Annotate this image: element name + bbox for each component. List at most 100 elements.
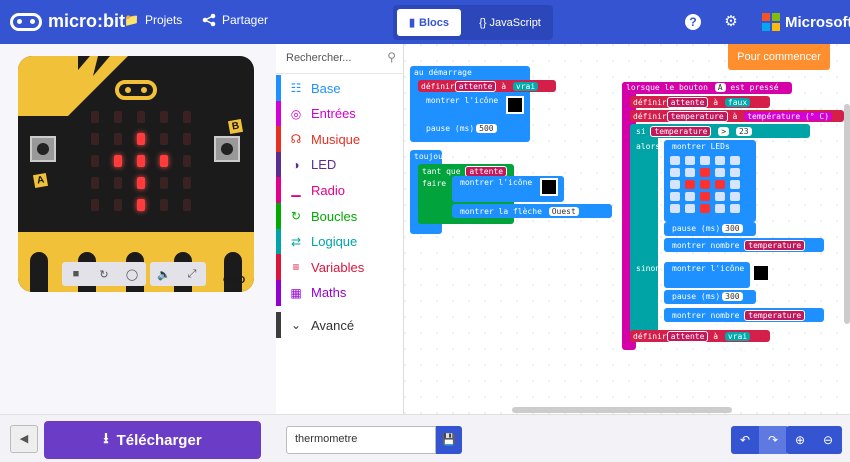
- var-chip[interactable]: temperature: [650, 126, 712, 137]
- direction-dropdown[interactable]: Ouest: [548, 207, 579, 216]
- toolbox-search[interactable]: Rechercher... ⚲: [276, 44, 404, 74]
- var-chip[interactable]: temperature: [666, 111, 728, 122]
- led-toggle[interactable]: [670, 168, 680, 177]
- led-toggle[interactable]: [715, 180, 725, 189]
- pin-gnd[interactable]: [224, 252, 242, 292]
- led-toggle[interactable]: [715, 156, 725, 165]
- led-toggle[interactable]: [670, 192, 680, 201]
- fullscreen-icon[interactable]: ⤢: [178, 268, 206, 281]
- folder-icon: 📁: [124, 13, 139, 27]
- led: [91, 111, 99, 123]
- led-toggle[interactable]: [730, 180, 740, 189]
- project-name-input[interactable]: thermometre: [286, 426, 436, 454]
- share-button[interactable]: Partager: [202, 13, 268, 27]
- temperature-sensor-chip[interactable]: température (° C): [744, 112, 833, 121]
- led-toggle[interactable]: [670, 180, 680, 189]
- led-toggle[interactable]: [685, 168, 695, 177]
- horizontal-scrollbar[interactable]: [512, 407, 732, 413]
- save-icon[interactable]: 💾: [436, 426, 462, 454]
- led-toggle[interactable]: [685, 180, 695, 189]
- settings-gear-icon[interactable]: ⚙: [722, 13, 740, 31]
- led-toggle[interactable]: [730, 168, 740, 177]
- led-toggle[interactable]: [685, 204, 695, 213]
- var-chip[interactable]: temperature: [744, 240, 806, 251]
- led-toggle[interactable]: [730, 192, 740, 201]
- var-chip[interactable]: attente: [454, 81, 497, 92]
- led-toggle[interactable]: [700, 204, 710, 213]
- category-led[interactable]: ◑ LED: [276, 151, 404, 178]
- sound-icon[interactable]: 🔈: [150, 268, 178, 281]
- collapse-simulator-icon[interactable]: ◀: [10, 425, 38, 453]
- led-toggle[interactable]: [715, 192, 725, 201]
- bool-chip[interactable]: vrai: [512, 82, 539, 91]
- microsoft-logo[interactable]: Microsoft: [762, 13, 850, 31]
- category-boucles[interactable]: ↻ Boucles: [276, 203, 404, 229]
- if-else-block[interactable]: [630, 124, 658, 338]
- led-toggle[interactable]: [685, 156, 695, 165]
- led-toggle[interactable]: [700, 168, 710, 177]
- download-label: Télécharger: [116, 431, 202, 449]
- led: [160, 199, 168, 211]
- stop-icon[interactable]: ■: [62, 268, 90, 280]
- var-chip[interactable]: attente: [666, 97, 709, 108]
- category-maths[interactable]: ▦ Maths: [276, 279, 404, 306]
- icon-preview[interactable]: [540, 178, 558, 196]
- category-radio[interactable]: ▁ Radio: [276, 177, 404, 204]
- var-chip[interactable]: temperature: [744, 310, 806, 321]
- led-toggle[interactable]: [670, 204, 680, 213]
- slowmo-icon[interactable]: ◯: [118, 268, 146, 281]
- led-toggle[interactable]: [730, 204, 740, 213]
- bool-chip[interactable]: faux: [724, 98, 751, 107]
- category-label: Base: [311, 80, 341, 96]
- getting-started-button[interactable]: Pour commencer: [728, 44, 830, 70]
- zoom-in-icon[interactable]: ⊕: [786, 426, 814, 454]
- blocks-workspace[interactable]: au démarrage définir attente à vrai montr…: [404, 44, 850, 414]
- led-toggle[interactable]: [715, 168, 725, 177]
- tab-javascript[interactable]: {} JavaScript: [471, 9, 549, 36]
- button-a[interactable]: [30, 136, 56, 162]
- category-variables[interactable]: ≡ Variables: [276, 254, 404, 281]
- icon-preview[interactable]: [506, 96, 524, 114]
- compare-op[interactable]: >: [718, 127, 730, 136]
- bool-chip[interactable]: vrai: [724, 332, 751, 341]
- vertical-scrollbar[interactable]: [844, 104, 850, 324]
- category-entrées[interactable]: ◎ Entrées: [276, 100, 404, 127]
- category-color-bar: [276, 228, 281, 255]
- redo-icon[interactable]: ↷: [759, 426, 787, 454]
- forever-label: toujours: [414, 152, 453, 161]
- set-attente-text: définir attente à vrai: [421, 81, 539, 92]
- undo-icon[interactable]: ↶: [731, 426, 759, 454]
- pin-0[interactable]: [30, 252, 48, 292]
- led-toggle[interactable]: [670, 156, 680, 165]
- show-number-label: montrer nombre: [672, 241, 740, 250]
- download-button[interactable]: ⭳ Télécharger: [44, 421, 261, 459]
- compare-value[interactable]: 23: [735, 127, 752, 136]
- category-logique[interactable]: ⇄ Logique: [276, 228, 404, 255]
- microbit-board[interactable]: A B 0 1 2 3V GND: [18, 56, 254, 292]
- var-chip[interactable]: attente: [666, 331, 709, 342]
- category-base[interactable]: ☷ Base: [276, 75, 404, 101]
- pause-value[interactable]: 500: [476, 124, 497, 133]
- restart-icon[interactable]: ↻: [90, 268, 118, 281]
- category-avancé[interactable]: ⌄ Avancé: [276, 312, 404, 338]
- microbit-logo[interactable]: micro:bit: [10, 11, 125, 32]
- tab-blocks[interactable]: ▮ Blocs: [397, 9, 461, 36]
- category-musique[interactable]: ☊ Musique: [276, 126, 404, 153]
- icon-preview[interactable]: [752, 264, 770, 282]
- led-toggle[interactable]: [730, 156, 740, 165]
- led-toggle[interactable]: [700, 192, 710, 201]
- pause-value[interactable]: 300: [722, 292, 743, 301]
- search-input[interactable]: Rechercher...: [286, 52, 351, 64]
- help-icon[interactable]: ?: [684, 13, 702, 31]
- led-toggle[interactable]: [685, 192, 695, 201]
- led-toggle[interactable]: [715, 204, 725, 213]
- zoom-out-icon[interactable]: ⊖: [814, 426, 842, 454]
- is-pressed-label: est pressé: [730, 83, 779, 92]
- category-color-bar: [276, 177, 281, 204]
- pause-value[interactable]: 300: [722, 224, 743, 233]
- led-toggle[interactable]: [700, 180, 710, 189]
- button-dropdown[interactable]: A: [714, 83, 726, 92]
- projects-button[interactable]: 📁 Projets: [124, 13, 182, 27]
- button-b[interactable]: [214, 136, 240, 162]
- led-toggle[interactable]: [700, 156, 710, 165]
